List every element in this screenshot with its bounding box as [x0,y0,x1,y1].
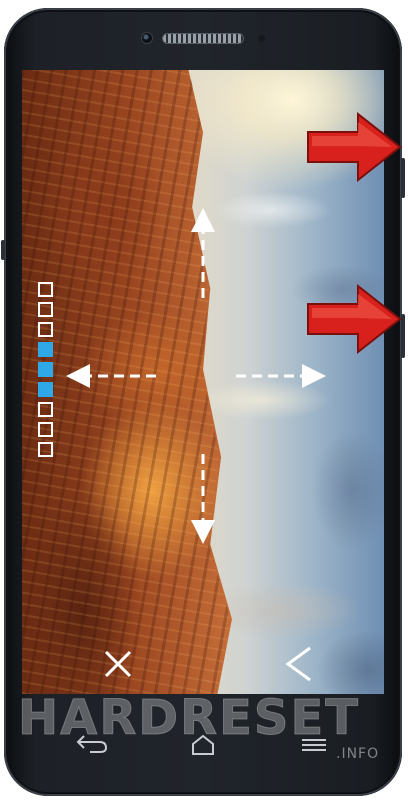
red-arrow-volume-down [307,284,402,354]
home-icon[interactable] [183,730,223,758]
hardware-navbar [22,726,384,762]
chevron-left-icon[interactable] [284,646,314,682]
menu-icon[interactable] [294,730,334,758]
back-icon[interactable] [72,730,112,758]
side-button-left-upper[interactable] [1,240,5,260]
front-camera [142,33,152,43]
red-arrow-volume-up [307,112,402,182]
proximity-sensor [258,35,265,42]
earpiece-speaker [163,34,243,43]
close-x-icon[interactable] [104,650,132,678]
